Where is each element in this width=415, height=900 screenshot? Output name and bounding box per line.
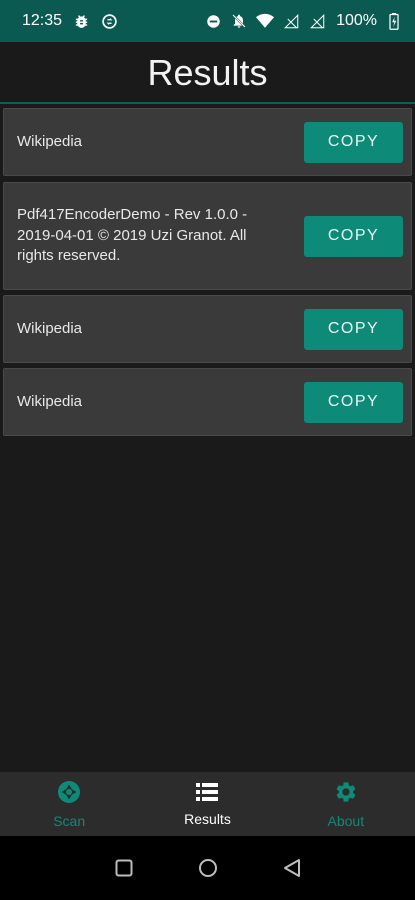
status-left: 12:35 [22,12,118,30]
notifications-off-icon [230,12,248,30]
signal-icon [282,12,300,30]
result-card: Wikipedia COPY [3,295,412,363]
copy-button[interactable]: COPY [304,308,403,350]
battery-level: 100% [336,12,377,29]
app-header: Results [0,42,415,104]
copy-button[interactable]: COPY [304,121,403,163]
camera-shutter-icon [57,780,81,809]
status-right: 100% [204,12,403,30]
nav-item-about[interactable]: About [277,772,415,836]
bug-icon [72,12,90,30]
page-title: Results [147,52,268,93]
home-icon [198,859,217,877]
result-text: Wikipedia [17,392,83,410]
sync-icon [100,12,118,30]
nav-label-about: About [327,812,365,829]
nav-label-scan: Scan [53,812,86,829]
do-not-disturb-icon [204,12,222,30]
nav-item-results[interactable]: Results [138,772,276,836]
copy-button[interactable]: COPY [304,215,403,257]
bottom-nav: Scan Results About [0,772,415,836]
gear-icon [334,780,358,809]
home-button[interactable] [197,857,219,879]
battery-icon [385,12,403,30]
wifi-icon [256,12,275,30]
status-bar: 12:35 100% [0,0,415,42]
back-button[interactable] [281,857,303,879]
copy-button[interactable]: COPY [304,381,403,423]
header-divider [0,102,415,104]
system-nav-bar [0,836,415,900]
signal-icon [308,12,326,30]
result-text: Wikipedia [17,319,83,337]
recents-icon [115,859,132,877]
result-text: Wikipedia [17,132,83,150]
result-card: Wikipedia COPY [3,368,412,436]
list-icon [196,782,219,807]
result-card: Pdf417EncoderDemo - Rev 1.0.0 - 2019-04-… [3,182,412,290]
nav-label-results: Results [184,810,231,827]
back-icon [283,859,300,877]
status-time: 12:35 [22,12,63,29]
result-text: Pdf417EncoderDemo - Rev 1.0.0 - 2019-04-… [17,206,248,265]
nav-item-scan[interactable]: Scan [0,772,138,836]
result-card: Wikipedia COPY [3,108,412,176]
recents-button[interactable] [113,857,135,879]
